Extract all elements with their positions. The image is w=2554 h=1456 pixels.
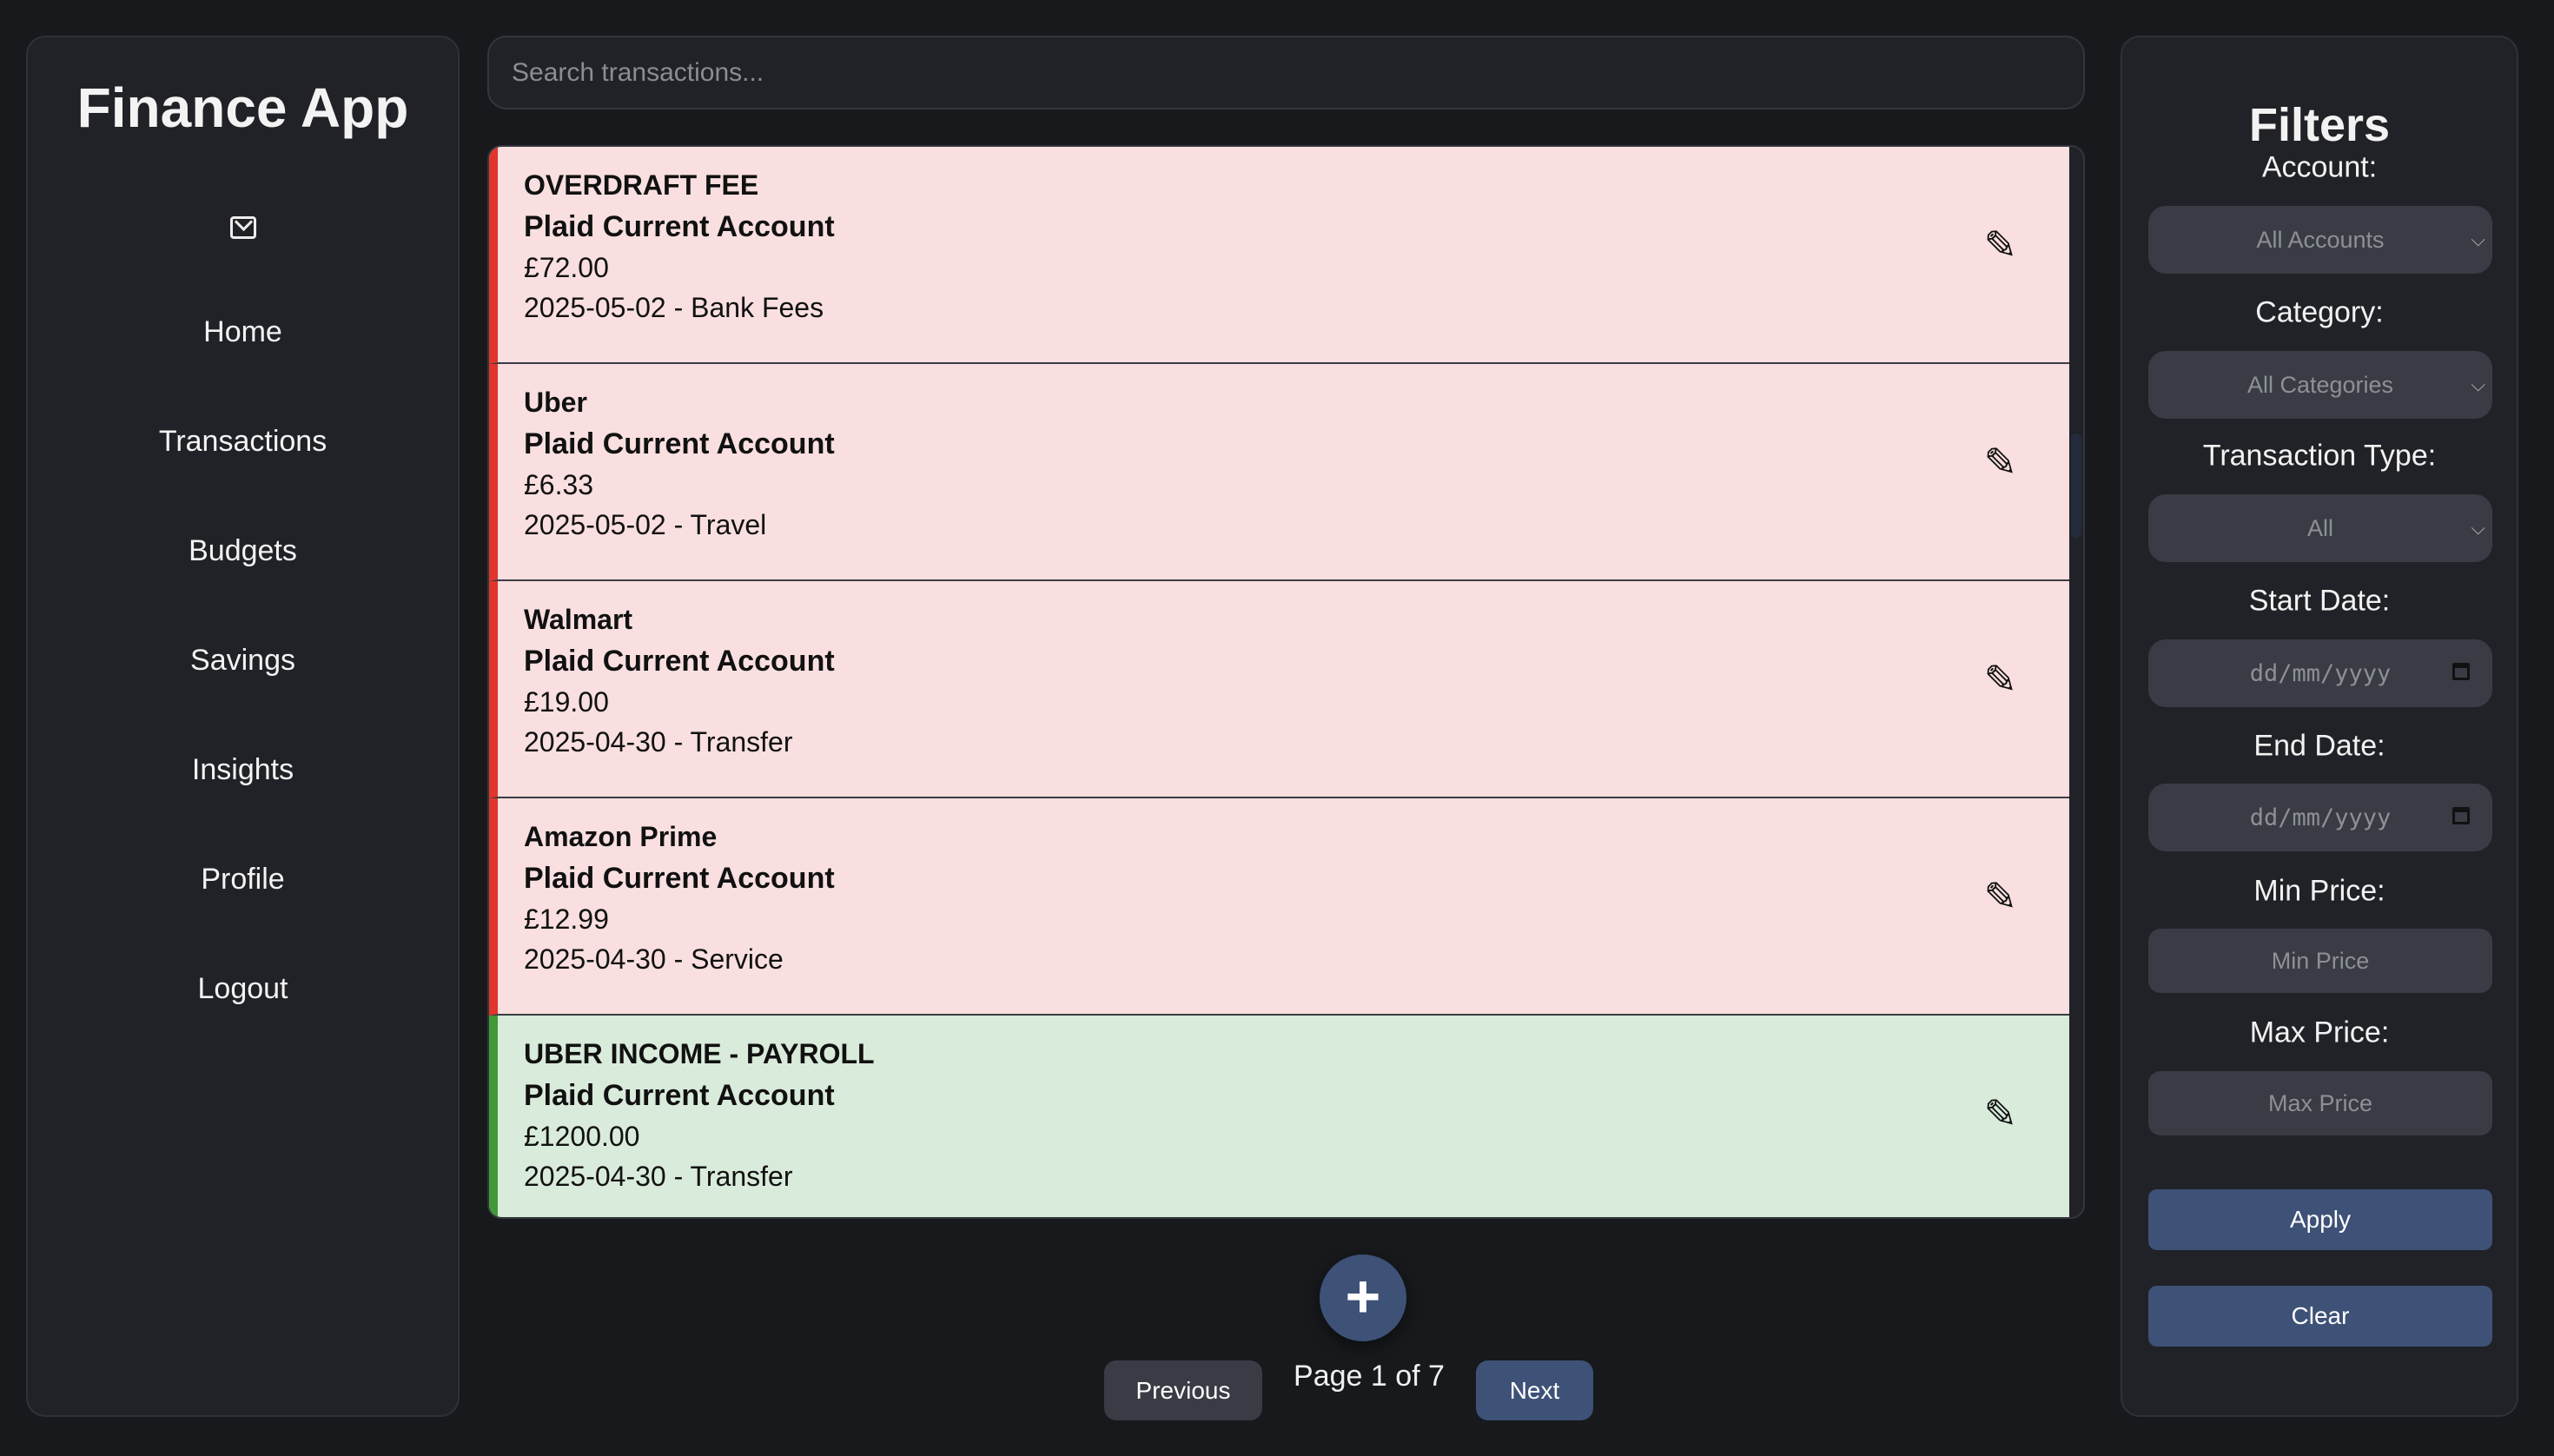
- max-price-input[interactable]: Max Price: [2148, 1071, 2492, 1135]
- min-price-input[interactable]: Min Price: [2148, 929, 2492, 993]
- end-date-label: End Date:: [2253, 729, 2385, 763]
- add-transaction-button[interactable]: +: [1320, 1254, 1406, 1341]
- transaction-account: Plaid Current Account: [524, 210, 835, 243]
- transaction-row[interactable]: OVERDRAFT FEE Plaid Current Account £72.…: [489, 147, 2069, 364]
- category-value: All Categories: [2246, 372, 2394, 398]
- transaction-date-category: 2025-04-30 - Transfer: [524, 726, 793, 758]
- nav-profile[interactable]: Profile: [28, 824, 458, 934]
- edit-icon[interactable]: ✎: [1983, 873, 2017, 920]
- chevron-down-icon: ⌵: [2471, 374, 2485, 395]
- sidebar: Finance App Home Transactions Budgets Sa…: [26, 36, 460, 1417]
- account-select[interactable]: All Accounts ⌵: [2148, 206, 2492, 274]
- filters-panel: Filters Account: All Accounts ⌵ Category:…: [2121, 36, 2518, 1417]
- transaction-account: Plaid Current Account: [524, 1079, 835, 1112]
- transaction-account: Plaid Current Account: [524, 645, 835, 678]
- type-value: All: [2306, 515, 2333, 541]
- transaction-row[interactable]: UBER INCOME - PAYROLL Plaid Current Acco…: [489, 1016, 2069, 1217]
- category-label: Category:: [2255, 295, 2384, 329]
- transaction-amount: £19.00: [524, 686, 609, 718]
- start-date-label: Start Date:: [2248, 584, 2391, 618]
- transaction-row[interactable]: Amazon Prime Plaid Current Account £12.9…: [489, 798, 2069, 1016]
- type-select[interactable]: All ⌵: [2148, 494, 2492, 562]
- transaction-name: OVERDRAFT FEE: [524, 169, 759, 201]
- edit-icon[interactable]: ✎: [1983, 656, 2017, 703]
- transaction-row[interactable]: Uber Plaid Current Account £6.33 2025-05…: [489, 364, 2069, 581]
- nav-logout[interactable]: Logout: [28, 934, 458, 1043]
- page-indicator: Page 1 of 7: [1294, 1360, 1445, 1393]
- filters-title: Filters: [2248, 99, 2391, 151]
- transaction-name: Amazon Prime: [524, 821, 718, 852]
- app-title: Finance App: [76, 76, 409, 139]
- transaction-account: Plaid Current Account: [524, 427, 835, 460]
- start-date-input[interactable]: dd/mm/yyyy: [2148, 639, 2492, 707]
- clear-button[interactable]: Clear: [2148, 1286, 2492, 1347]
- transaction-date-category: 2025-04-30 - Transfer: [524, 1161, 793, 1192]
- previous-button[interactable]: Previous: [1104, 1360, 1262, 1420]
- transaction-row[interactable]: Walmart Plaid Current Account £19.00 202…: [489, 581, 2069, 798]
- calendar-icon[interactable]: [2452, 663, 2470, 680]
- nav-insights[interactable]: Insights: [28, 715, 458, 824]
- transaction-amount: £6.33: [524, 469, 594, 500]
- account-value: All Accounts: [2256, 227, 2385, 253]
- transaction-date-category: 2025-05-02 - Travel: [524, 509, 767, 540]
- nav-menu: Home Transactions Budgets Savings Insigh…: [28, 277, 458, 1043]
- transaction-amount: £1200.00: [524, 1121, 640, 1152]
- transaction-date-category: 2025-05-02 - Bank Fees: [524, 292, 824, 323]
- nav-budgets[interactable]: Budgets: [28, 496, 458, 606]
- nav-home[interactable]: Home: [28, 277, 458, 387]
- account-label: Account:: [2261, 150, 2378, 184]
- transaction-name: Walmart: [524, 604, 633, 635]
- edit-icon[interactable]: ✎: [1983, 1090, 2017, 1137]
- scrollbar[interactable]: [2071, 433, 2081, 538]
- apply-button[interactable]: Apply: [2148, 1189, 2492, 1250]
- end-date-placeholder: dd/mm/yyyy: [2249, 804, 2392, 831]
- chevron-down-icon: ⌵: [2471, 517, 2485, 539]
- nav-transactions[interactable]: Transactions: [28, 387, 458, 496]
- end-date-input[interactable]: dd/mm/yyyy: [2148, 784, 2492, 851]
- nav-savings[interactable]: Savings: [28, 606, 458, 715]
- calendar-icon[interactable]: [2452, 807, 2470, 824]
- edit-icon[interactable]: ✎: [1983, 439, 2017, 486]
- next-button[interactable]: Next: [1476, 1360, 1593, 1420]
- mail-icon[interactable]: [229, 216, 256, 239]
- search-input[interactable]: Search transactions...: [487, 36, 2085, 109]
- start-date-placeholder: dd/mm/yyyy: [2249, 660, 2392, 687]
- transaction-account: Plaid Current Account: [524, 862, 835, 895]
- transaction-list[interactable]: OVERDRAFT FEE Plaid Current Account £72.…: [487, 145, 2085, 1219]
- transaction-name: UBER INCOME - PAYROLL: [524, 1038, 875, 1069]
- transaction-amount: £12.99: [524, 903, 609, 935]
- transaction-date-category: 2025-04-30 - Service: [524, 943, 784, 975]
- transaction-amount: £72.00: [524, 252, 609, 283]
- min-price-label: Min Price:: [2253, 874, 2385, 908]
- transaction-name: Uber: [524, 387, 587, 418]
- category-select[interactable]: All Categories ⌵: [2148, 351, 2492, 419]
- max-price-label: Max Price:: [2249, 1016, 2390, 1049]
- chevron-down-icon: ⌵: [2471, 228, 2485, 250]
- edit-icon[interactable]: ✎: [1983, 222, 2017, 268]
- type-label: Transaction Type:: [2202, 439, 2437, 473]
